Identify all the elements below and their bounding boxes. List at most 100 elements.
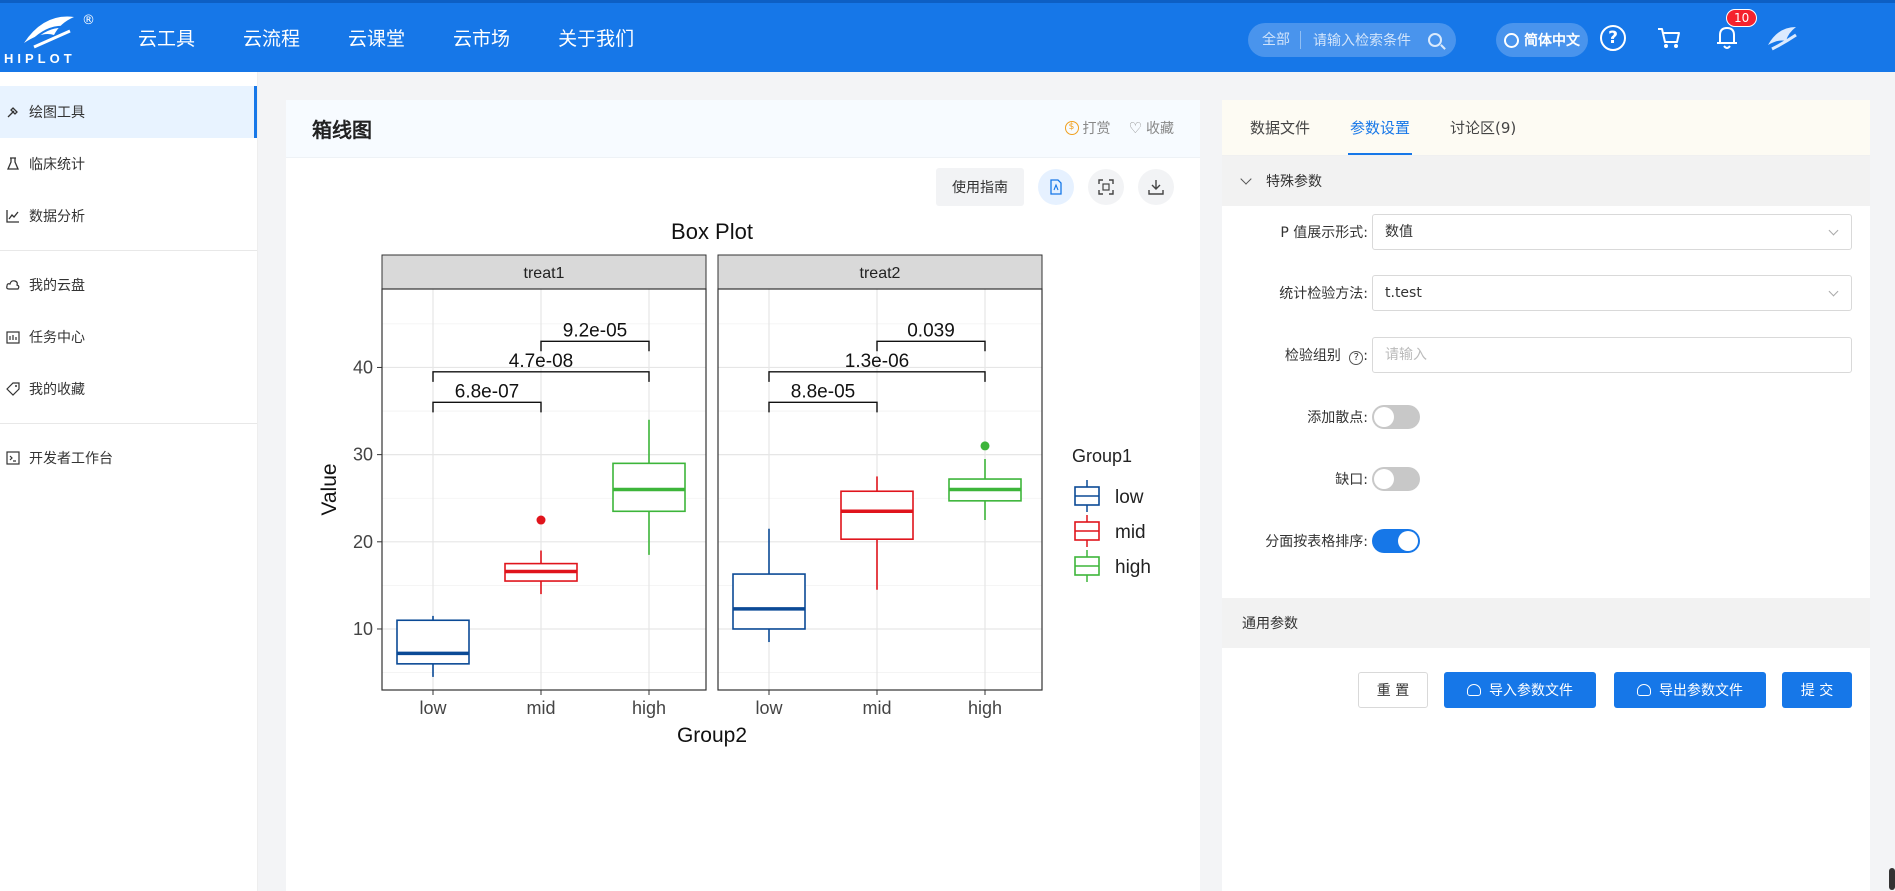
test-group-input[interactable]: 请输入 bbox=[1372, 337, 1852, 373]
x-tick-label: mid bbox=[862, 698, 891, 718]
plot-panel-header: 箱线图 bbox=[286, 100, 1200, 158]
pvalue-label: 8.8e-05 bbox=[791, 381, 855, 402]
x-tick-label: low bbox=[755, 698, 783, 718]
coin-icon: $ bbox=[1064, 121, 1079, 135]
import-params-button[interactable]: 导入参数文件 bbox=[1444, 672, 1596, 708]
legend-title: Group1 bbox=[1072, 446, 1132, 466]
download-button[interactable] bbox=[1138, 169, 1174, 205]
logo-text: HIPLOT bbox=[4, 51, 76, 66]
pvalue-label: 1.3e-06 bbox=[845, 351, 909, 372]
sidebar-item-label: 临床统计 bbox=[29, 157, 85, 173]
box-body bbox=[840, 490, 914, 540]
chevron-down-icon bbox=[1828, 286, 1839, 297]
task-icon bbox=[6, 331, 20, 344]
section-title: 特殊参数 bbox=[1266, 174, 1322, 190]
line-chart-icon bbox=[6, 210, 19, 223]
pdf-export-button[interactable] bbox=[1038, 169, 1074, 205]
user-avatar[interactable] bbox=[1764, 21, 1800, 57]
cloud-icon bbox=[6, 280, 20, 290]
test-method-value: t.test bbox=[1385, 285, 1422, 301]
chevron-down-icon bbox=[1240, 173, 1252, 185]
tab-parameters[interactable]: 参数设置 bbox=[1348, 100, 1430, 155]
x-tick-label: high bbox=[632, 698, 666, 718]
p-display-row: P 值展示形式: 数值 bbox=[1222, 212, 1870, 252]
y-tick-label: 10 bbox=[353, 619, 373, 639]
globe-icon bbox=[1504, 32, 1519, 48]
add-points-label: 添加散点: bbox=[1307, 410, 1368, 426]
search-icon[interactable] bbox=[1428, 33, 1442, 47]
nav-cloud-tools[interactable]: 云工具 bbox=[114, 3, 219, 75]
nav-cloud-classroom[interactable]: 云课堂 bbox=[324, 3, 429, 75]
brush-icon bbox=[7, 107, 18, 118]
x-tick-label: mid bbox=[526, 698, 555, 718]
tab-discussion[interactable]: 讨论区(9) bbox=[1450, 100, 1536, 155]
test-group-label-wrap: 检验组别 ?: bbox=[1222, 345, 1372, 365]
nav-cloud-pipeline[interactable]: 云流程 bbox=[219, 3, 324, 75]
test-method-row: 统计检验方法: t.test bbox=[1222, 273, 1870, 313]
y-tick-label: 30 bbox=[353, 445, 373, 465]
sidebar-divider bbox=[0, 423, 257, 424]
section-title: 通用参数 bbox=[1242, 616, 1298, 632]
sidebar-item-developer-workbench[interactable]: 开发者工作台 bbox=[0, 432, 257, 484]
test-method-select[interactable]: t.test bbox=[1372, 275, 1852, 311]
tag-icon bbox=[6, 382, 20, 396]
legend-label: low bbox=[1115, 487, 1144, 508]
language-switch[interactable]: 简体中文 bbox=[1496, 23, 1588, 57]
fullscreen-button[interactable] bbox=[1088, 169, 1124, 205]
settings-tabs: 数据文件 参数设置 讨论区(9) bbox=[1222, 100, 1870, 156]
sidebar-item-my-cloud[interactable]: 我的云盘 bbox=[0, 259, 257, 311]
search-scope-select[interactable]: 全部 bbox=[1248, 31, 1301, 49]
sidebar-item-plot-tools[interactable]: 绘图工具 bbox=[0, 86, 257, 138]
add-points-toggle[interactable] bbox=[1372, 405, 1420, 429]
nav-about-us[interactable]: 关于我们 bbox=[534, 3, 658, 75]
pvalue-label: 6.8e-07 bbox=[455, 381, 519, 402]
general-params-header[interactable]: 通用参数 bbox=[1222, 598, 1870, 648]
sidebar-item-my-favorites[interactable]: 我的收藏 bbox=[0, 363, 257, 415]
fullscreen-icon bbox=[1098, 179, 1114, 195]
reward-label: 打赏 bbox=[1082, 121, 1111, 137]
cart-icon[interactable] bbox=[1656, 25, 1682, 51]
reset-button[interactable]: 重 置 bbox=[1358, 672, 1428, 708]
submit-button[interactable]: 提 交 bbox=[1782, 672, 1852, 708]
terminal-icon bbox=[6, 451, 20, 465]
sidebar-item-data-analysis[interactable]: 数据分析 bbox=[0, 190, 257, 242]
sidebar-item-label: 绘图工具 bbox=[29, 105, 85, 121]
search-input[interactable]: 请输入检索条件 bbox=[1301, 30, 1428, 50]
facet-sort-toggle[interactable] bbox=[1372, 529, 1420, 553]
notch-toggle[interactable] bbox=[1372, 467, 1420, 491]
sidebar-item-task-center[interactable]: 任务中心 bbox=[0, 311, 257, 363]
cloud-upload-icon bbox=[1637, 684, 1651, 696]
y-tick-label: 40 bbox=[353, 357, 373, 377]
heart-icon: ♡ bbox=[1128, 119, 1142, 137]
test-method-label: 统计检验方法: bbox=[1279, 286, 1368, 302]
box-outlier bbox=[980, 441, 990, 451]
settings-panel: 数据文件 参数设置 讨论区(9) 特殊参数 P 值展示形式: 数值 统计检验方法… bbox=[1222, 100, 1870, 891]
export-params-button[interactable]: 导出参数文件 bbox=[1614, 672, 1766, 708]
tab-data-files[interactable]: 数据文件 bbox=[1250, 100, 1330, 155]
nav-cloud-market[interactable]: 云市场 bbox=[429, 3, 534, 75]
flask-icon bbox=[7, 157, 19, 170]
sidebar-item-clinical-stats[interactable]: 临床统计 bbox=[0, 138, 257, 190]
guide-button[interactable]: 使用指南 bbox=[936, 168, 1024, 206]
page-title: 箱线图 bbox=[312, 118, 372, 142]
p-display-select[interactable]: 数值 bbox=[1372, 214, 1852, 250]
question-icon[interactable]: ? bbox=[1349, 351, 1364, 365]
special-params-header[interactable]: 特殊参数 bbox=[1222, 156, 1870, 206]
help-icon[interactable]: ? bbox=[1600, 25, 1626, 51]
header-actions: $ 打赏 ♡ 收藏 bbox=[1064, 118, 1174, 138]
favorite-button[interactable]: ♡ 收藏 bbox=[1129, 118, 1174, 138]
legend-label: high bbox=[1115, 557, 1151, 578]
reward-button[interactable]: $ 打赏 bbox=[1064, 118, 1111, 138]
import-label: 导入参数文件 bbox=[1489, 683, 1573, 699]
notch-label: 缺口: bbox=[1335, 472, 1368, 488]
page-scrollbar[interactable] bbox=[1889, 868, 1895, 890]
test-group-label: 检验组别 bbox=[1284, 348, 1341, 364]
sidebar-item-label: 我的收藏 bbox=[29, 382, 85, 398]
top-navbar: ® HIPLOT 云工具 云流程 云课堂 云市场 关于我们 全部 请输入检索条件… bbox=[0, 0, 1895, 75]
bell-icon[interactable] bbox=[1714, 23, 1740, 51]
facet-label: treat1 bbox=[524, 265, 565, 282]
notch-row: 缺口: bbox=[1222, 459, 1870, 499]
sidebar-item-label: 开发者工作台 bbox=[29, 451, 113, 467]
box-plot-chart: Box Plot treat1 6.8e-07 4.7e-08 9.2e-05 low mi… bbox=[318, 219, 1151, 747]
sidebar-item-label: 我的云盘 bbox=[29, 278, 85, 294]
